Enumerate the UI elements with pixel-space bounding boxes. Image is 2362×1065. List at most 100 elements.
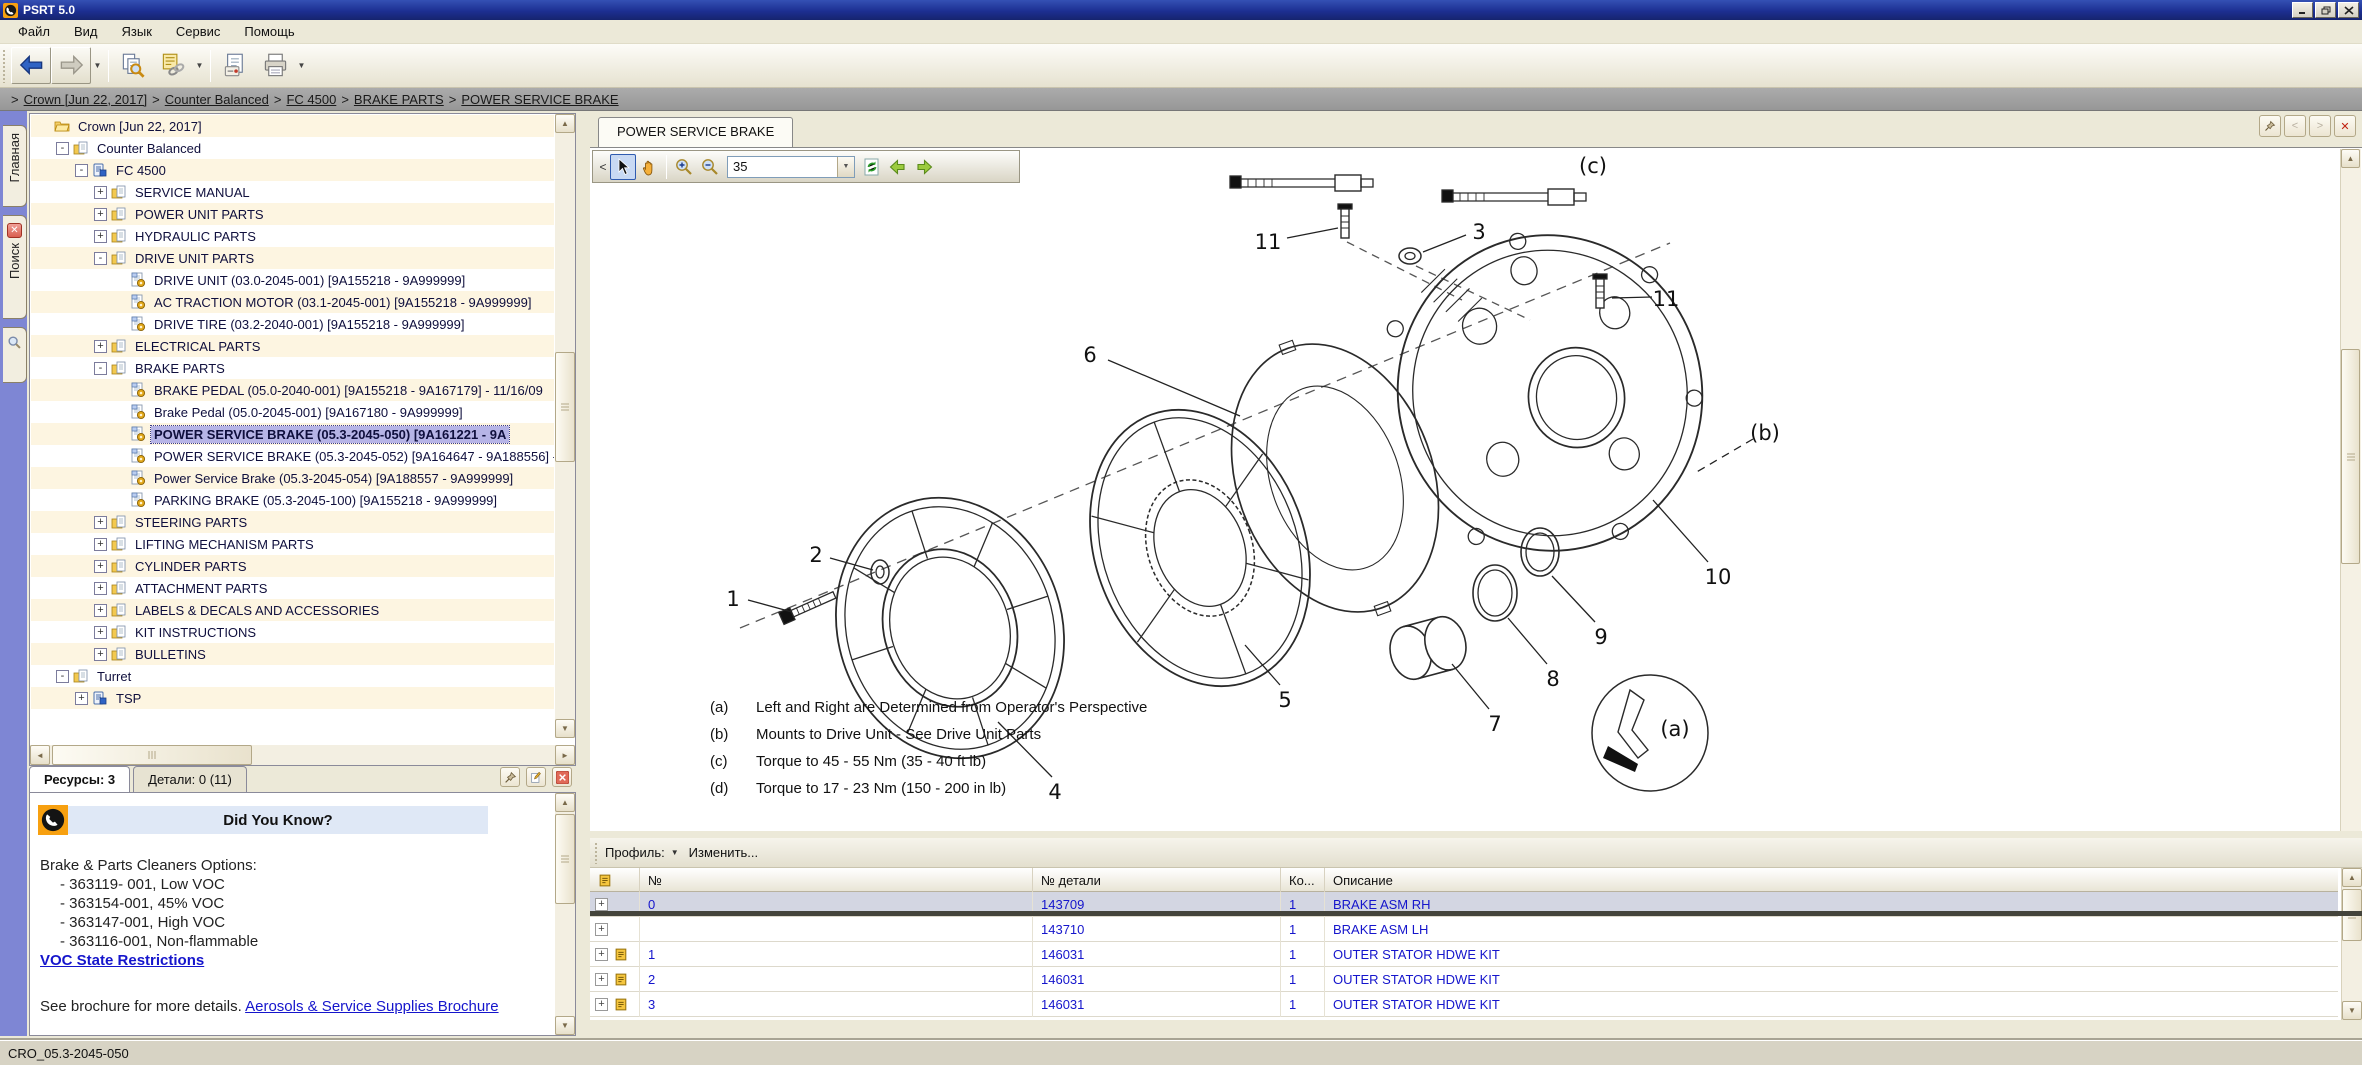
pan-tool-button[interactable] xyxy=(636,154,662,180)
close-panel-button[interactable] xyxy=(552,767,572,787)
tree-scroll-up[interactable]: ▲ xyxy=(555,114,575,133)
profile-grip[interactable] xyxy=(594,842,599,864)
table-row[interactable]: +1437101BRAKE ASM LH xyxy=(590,917,2338,942)
tree-item[interactable]: +KIT INSTRUCTIONS xyxy=(31,621,554,643)
menu-item[interactable]: Язык xyxy=(110,21,164,42)
table-scroll-up[interactable]: ▲ xyxy=(2342,868,2362,887)
tree-item[interactable]: +SERVICE MANUAL xyxy=(31,181,554,203)
resources-vscrollbar[interactable]: ▲ ▼ xyxy=(555,793,575,1035)
breadcrumb-link[interactable]: BRAKE PARTS xyxy=(354,92,444,107)
tree-item[interactable]: +LIFTING MECHANISM PARTS xyxy=(31,533,554,555)
tree-item[interactable]: -Turret xyxy=(31,665,554,687)
side-tab-home[interactable]: Главная xyxy=(3,125,27,207)
tree-expander[interactable]: + xyxy=(94,648,107,661)
tree-expander[interactable]: + xyxy=(94,340,107,353)
toolbar-grip[interactable] xyxy=(2,49,7,83)
tree-item[interactable]: POWER SERVICE BRAKE (05.3-2045-052) [9A1… xyxy=(31,445,554,467)
header-description[interactable]: Описание xyxy=(1325,868,2338,892)
tree-item[interactable]: DRIVE TIRE (03.2-2040-001) [9A155218 - 9… xyxy=(31,313,554,335)
tree-item[interactable]: +STEERING PARTS xyxy=(31,511,554,533)
next-page-button[interactable] xyxy=(911,154,937,180)
note-icon[interactable] xyxy=(614,997,629,1012)
edit-button[interactable] xyxy=(526,767,546,787)
table-vscrollbar[interactable]: ▲ ▼ xyxy=(2341,868,2362,1020)
tree-expander[interactable]: + xyxy=(94,538,107,551)
tree-scroll-left[interactable]: ◄ xyxy=(30,745,50,765)
profile-edit-link[interactable]: Изменить... xyxy=(689,845,758,860)
tree-item[interactable]: +POWER UNIT PARTS xyxy=(31,203,554,225)
header-part-number[interactable]: № детали xyxy=(1033,868,1281,892)
menu-item[interactable]: Вид xyxy=(62,21,110,42)
resources-scroll-down[interactable]: ▼ xyxy=(555,1016,575,1035)
table-row[interactable]: +21460311OUTER STATOR HDWE KIT xyxy=(590,967,2338,992)
diagram-viewport[interactable]: 124567891011311(b)(c)(a) < 35 ▼ xyxy=(590,147,2362,831)
zoom-combo-dropdown[interactable]: ▼ xyxy=(837,157,854,177)
tree-item[interactable]: +HYDRAULIC PARTS xyxy=(31,225,554,247)
tree-expander[interactable]: - xyxy=(75,164,88,177)
tree-item[interactable]: +LABELS & DECALS AND ACCESSORIES xyxy=(31,599,554,621)
tree-expander[interactable]: + xyxy=(94,516,107,529)
tree-expander[interactable]: - xyxy=(56,142,69,155)
tree-item[interactable]: +BULLETINS xyxy=(31,643,554,665)
voc-restrictions-link[interactable]: VOC State Restrictions xyxy=(40,952,204,969)
collapse-toolbar-button[interactable]: < xyxy=(596,154,610,180)
tree-item[interactable]: -Counter Balanced xyxy=(31,137,554,159)
tree-item[interactable]: -BRAKE PARTS xyxy=(31,357,554,379)
row-expander[interactable]: + xyxy=(595,998,608,1011)
side-tab-search[interactable]: ✕ Поиск xyxy=(3,215,27,319)
search-document-button[interactable] xyxy=(113,47,153,84)
tree-item[interactable]: Power Service Brake (05.3-2045-054) [9A1… xyxy=(31,467,554,489)
back-button[interactable] xyxy=(11,47,51,84)
tree-expander[interactable]: + xyxy=(94,230,107,243)
tree-expander[interactable]: + xyxy=(94,626,107,639)
refresh-button[interactable] xyxy=(859,154,885,180)
forward-dropdown[interactable]: ▼ xyxy=(91,47,104,84)
tree-scroll-right[interactable]: ► xyxy=(555,745,575,765)
header-num[interactable]: № xyxy=(640,868,1033,892)
minimize-button[interactable] xyxy=(2292,2,2313,18)
prev-tab-button[interactable]: < xyxy=(2284,115,2306,137)
table-row[interactable]: +31460311OUTER STATOR HDWE KIT xyxy=(590,992,2338,1017)
tree-item[interactable]: AC TRACTION MOTOR (03.1-2045-001) [9A155… xyxy=(31,291,554,313)
tree-expander[interactable]: + xyxy=(94,208,107,221)
tree-item[interactable]: +ATTACHMENT PARTS xyxy=(31,577,554,599)
profile-dropdown[interactable]: ▼ xyxy=(671,848,679,857)
tree-item[interactable]: +TSP xyxy=(31,687,554,709)
breadcrumb-link[interactable]: FC 4500 xyxy=(286,92,336,107)
tree-hscroll-thumb[interactable] xyxy=(52,745,252,765)
link-note-button[interactable] xyxy=(153,47,193,84)
row-expander[interactable]: + xyxy=(595,898,608,911)
tree-item[interactable]: -FC 4500 xyxy=(31,159,554,181)
menu-item[interactable]: Сервис xyxy=(164,21,233,42)
diagram-scroll-up[interactable]: ▲ xyxy=(2341,149,2360,168)
tree-item[interactable]: Crown [Jun 22, 2017] xyxy=(31,115,554,137)
tree-expander[interactable]: + xyxy=(94,560,107,573)
tree-item[interactable]: +ELECTRICAL PARTS xyxy=(31,335,554,357)
resources-scroll-up[interactable]: ▲ xyxy=(555,793,575,812)
tree-item[interactable]: BRAKE PEDAL (05.0-2040-001) [9A155218 - … xyxy=(31,379,554,401)
print-button[interactable] xyxy=(255,47,295,84)
tree-expander[interactable]: + xyxy=(94,186,107,199)
tree-item[interactable]: -DRIVE UNIT PARTS xyxy=(31,247,554,269)
tree-item[interactable]: DRIVE UNIT (03.0-2045-001) [9A155218 - 9… xyxy=(31,269,554,291)
tree-item[interactable]: Brake Pedal (05.0-2045-001) [9A167180 - … xyxy=(31,401,554,423)
table-scroll-down[interactable]: ▼ xyxy=(2342,1001,2362,1020)
zoom-level-combobox[interactable]: 35 ▼ xyxy=(727,156,855,178)
tree-expander[interactable]: - xyxy=(94,252,107,265)
print-dropdown[interactable]: ▼ xyxy=(295,47,308,84)
tree-vscroll-thumb[interactable] xyxy=(555,352,575,462)
report-button[interactable] xyxy=(215,47,255,84)
tree-item[interactable]: +CYLINDER PARTS xyxy=(31,555,554,577)
tab-details[interactable]: Детали: 0 (11) xyxy=(133,766,247,792)
forward-button[interactable] xyxy=(51,47,91,84)
zoom-out-button[interactable] xyxy=(697,154,723,180)
close-button[interactable] xyxy=(2338,2,2359,18)
header-icon-cell[interactable] xyxy=(590,868,640,892)
row-expander[interactable]: + xyxy=(595,923,608,936)
tree-scroll-down[interactable]: ▼ xyxy=(555,719,575,738)
close-tab-button[interactable]: ✕ xyxy=(2334,115,2356,137)
table-row[interactable]: +11460311OUTER STATOR HDWE KIT xyxy=(590,942,2338,967)
next-tab-button[interactable]: > xyxy=(2309,115,2331,137)
tree-expander[interactable]: + xyxy=(94,604,107,617)
zoom-in-button[interactable] xyxy=(671,154,697,180)
